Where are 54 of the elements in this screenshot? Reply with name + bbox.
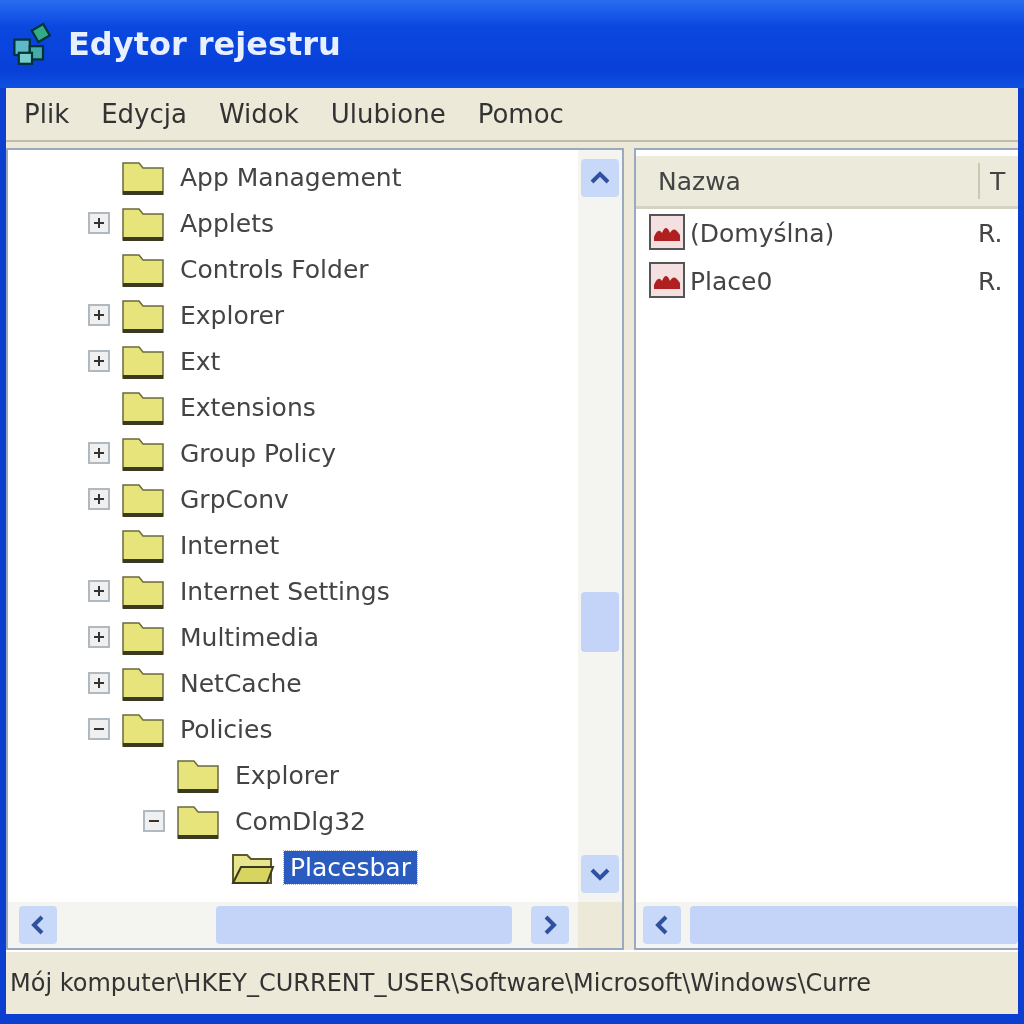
scroll-thumb[interactable] bbox=[690, 906, 1018, 944]
tree-item[interactable]: Extensions bbox=[174, 390, 322, 424]
string-value-icon bbox=[648, 213, 688, 253]
scroll-thumb[interactable] bbox=[581, 592, 619, 652]
expander-toggle[interactable] bbox=[88, 580, 110, 602]
tree-item[interactable]: Explorer bbox=[174, 298, 291, 332]
tree-item[interactable]: Placesbar bbox=[284, 850, 417, 884]
scrollbar-corner bbox=[578, 902, 622, 948]
menu-item[interactable]: Widok bbox=[218, 99, 299, 129]
expander-toggle[interactable] bbox=[88, 350, 110, 372]
vertical-scrollbar[interactable] bbox=[578, 150, 622, 902]
tree-item[interactable]: Controls Folder bbox=[174, 252, 375, 286]
menu-item[interactable]: Plik bbox=[24, 99, 70, 129]
expander-toggle[interactable] bbox=[88, 304, 110, 326]
tree-item[interactable]: Applets bbox=[174, 206, 280, 240]
tree-item[interactable]: Group Policy bbox=[174, 436, 342, 470]
horizontal-scrollbar[interactable] bbox=[636, 902, 1018, 948]
tree-item[interactable]: NetCache bbox=[174, 666, 308, 700]
menu-item[interactable]: Ulubione bbox=[330, 99, 446, 129]
tree-item[interactable]: Explorer bbox=[229, 758, 346, 792]
expander-toggle[interactable] bbox=[88, 442, 110, 464]
expander-toggle[interactable] bbox=[88, 718, 110, 740]
value-type: R. bbox=[977, 266, 1003, 296]
tree-item[interactable]: Internet bbox=[174, 528, 286, 562]
scroll-left-icon[interactable] bbox=[642, 905, 682, 945]
tree-item[interactable]: Ext bbox=[174, 344, 227, 378]
expander-toggle[interactable] bbox=[88, 488, 110, 510]
registry-cubes-icon bbox=[10, 22, 54, 66]
tree-item[interactable]: Policies bbox=[174, 712, 279, 746]
scroll-thumb[interactable] bbox=[216, 906, 512, 944]
value-name[interactable]: Place0 bbox=[690, 266, 773, 296]
string-value-icon bbox=[648, 261, 688, 301]
column-header[interactable]: Nazwa bbox=[636, 163, 980, 199]
value-type: R. bbox=[977, 218, 1003, 248]
scroll-up-icon[interactable] bbox=[580, 158, 620, 198]
scroll-down-icon[interactable] bbox=[580, 854, 620, 894]
menu-item[interactable]: Edycja bbox=[101, 99, 187, 129]
tree-item[interactable]: ComDlg32 bbox=[229, 804, 372, 838]
status-path: Mój komputer\HKEY_CURRENT_USER\Software\Microsoft\Windows\Curre bbox=[9, 969, 872, 997]
value-name[interactable]: (Domyślna) bbox=[690, 218, 835, 248]
window-title: Edytor rejestru bbox=[68, 25, 341, 63]
scroll-left-icon[interactable] bbox=[18, 905, 58, 945]
tree-item[interactable]: Internet Settings bbox=[174, 574, 396, 608]
horizontal-scrollbar[interactable] bbox=[8, 902, 622, 948]
expander-toggle[interactable] bbox=[88, 212, 110, 234]
expander-toggle[interactable] bbox=[88, 672, 110, 694]
expander-toggle[interactable] bbox=[88, 626, 110, 648]
scroll-right-icon[interactable] bbox=[530, 905, 570, 945]
tree-item[interactable]: App Management bbox=[174, 160, 408, 194]
menu-item[interactable]: Pomoc bbox=[477, 99, 564, 129]
tree-item[interactable]: Multimedia bbox=[174, 620, 325, 654]
expander-toggle[interactable] bbox=[143, 810, 165, 832]
column-header[interactable]: T bbox=[980, 166, 1006, 196]
tree-item[interactable]: GrpConv bbox=[174, 482, 295, 516]
